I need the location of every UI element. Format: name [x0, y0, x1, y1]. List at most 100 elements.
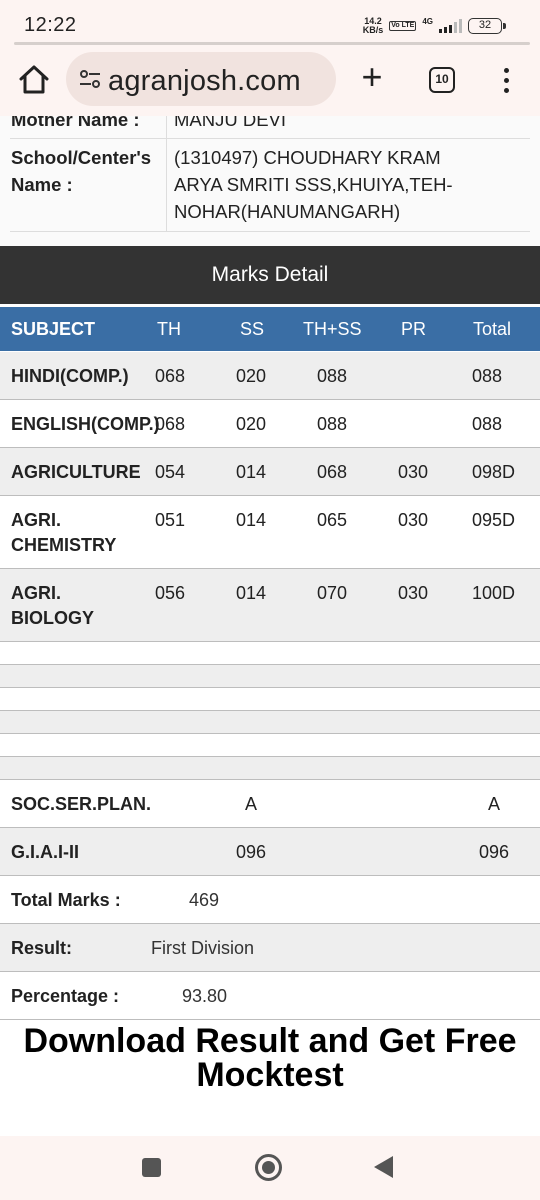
- url-text[interactable]: agranjosh.com: [108, 65, 301, 98]
- network-type: 4G: [422, 16, 433, 26]
- col-total: Total: [473, 319, 512, 339]
- new-tab-button[interactable]: +: [354, 59, 390, 98]
- subject-name: G.I.A.I-II: [11, 842, 80, 862]
- signal-icon: [439, 19, 462, 33]
- percentage-value: 93.80: [182, 986, 228, 1006]
- pr-marks: 030: [398, 583, 429, 603]
- table-row: HINDI(COMP.) 068 020 088 088: [0, 352, 540, 400]
- progress-line: [14, 42, 530, 45]
- pr-marks: 030: [398, 462, 429, 482]
- battery-icon: 32: [468, 18, 506, 34]
- info-row-mother: Mother Name : MANJU DEVI: [10, 116, 530, 139]
- table-row: AGRICULTURE 054 014 068 030 098D: [0, 448, 540, 496]
- result-value: First Division: [151, 938, 255, 958]
- subject-name: SOC.SER.PLAN.: [11, 794, 152, 814]
- network-speed: 14.2 KB/s: [363, 17, 384, 35]
- total-marks-row: Total Marks : 469: [0, 876, 540, 924]
- empty-row: [0, 757, 540, 780]
- school-label-line1: School/Center's: [11, 147, 152, 168]
- subject-name: HINDI(COMP.): [11, 366, 129, 386]
- percentage-row: Percentage : 93.80: [0, 972, 540, 1020]
- system-nav-bar: [0, 1136, 540, 1200]
- col-ss: SS: [240, 319, 265, 339]
- school-value-line1: (1310497) CHOUDHARY KRAM: [174, 147, 441, 168]
- empty-row: [0, 688, 540, 711]
- download-result-link[interactable]: Download Result and Get Free Mocktest: [0, 1024, 540, 1092]
- browser-toolbar: agranjosh.com + 10: [0, 42, 540, 116]
- empty-row: [0, 711, 540, 734]
- volte-icon: Vo LTE: [389, 21, 417, 31]
- mother-name-value: MANJU DEVI: [174, 116, 287, 130]
- info-row-school: School/Center's Name : (1310497) CHOUDHA…: [10, 139, 530, 232]
- marks-detail-header: Marks Detail: [0, 246, 540, 304]
- th-ss-marks: 065: [317, 510, 348, 530]
- subject-name: AGRICULTURE: [11, 462, 141, 482]
- school-label-line2: Name :: [11, 174, 73, 195]
- th-marks: 068: [155, 414, 186, 434]
- site-settings-icon[interactable]: [78, 67, 102, 91]
- total-marks: 098D: [472, 462, 516, 482]
- total-marks: 095D: [472, 510, 516, 530]
- th-ss-marks: 088: [317, 414, 348, 434]
- subject-name: AGRI.: [11, 583, 62, 603]
- ss-marks: 020: [236, 366, 267, 386]
- download-line1[interactable]: Download Result and Get Free: [0, 1024, 540, 1058]
- percentage-label: Percentage :: [11, 986, 120, 1006]
- total-marks: 088: [472, 414, 503, 434]
- subject-name: ENGLISH(COMP.): [11, 414, 160, 434]
- table-row: AGRI. BIOLOGY 056 014 070 030 100D: [0, 569, 540, 642]
- school-value-line3: NOHAR(HANUMANGARH): [174, 201, 401, 222]
- result-label: Result:: [11, 938, 73, 958]
- total-marks: 096: [479, 842, 510, 862]
- empty-row: [0, 734, 540, 757]
- th-marks: 056: [155, 583, 186, 603]
- total-marks: A: [488, 794, 501, 814]
- col-th: TH: [157, 319, 181, 339]
- ss-marks: 096: [236, 842, 267, 862]
- status-time: 12:22: [24, 14, 77, 36]
- mother-name-label: Mother Name :: [11, 116, 140, 130]
- result-row: Result: First Division: [0, 924, 540, 972]
- th-marks: 068: [155, 366, 186, 386]
- total-marks-label: Total Marks :: [11, 890, 121, 910]
- marks-table-header: SUBJECT TH SS TH+SS PR Total: [0, 307, 540, 351]
- overflow-menu-icon[interactable]: [496, 66, 518, 96]
- home-icon: [19, 65, 49, 94]
- subject-name-line2: BIOLOGY: [11, 608, 95, 628]
- col-subject: SUBJECT: [11, 319, 96, 339]
- table-row: SOC.SER.PLAN. A A: [0, 780, 540, 828]
- subject-name-line2: CHEMISTRY: [11, 535, 117, 555]
- col-pr: PR: [401, 319, 427, 339]
- pr-marks: 030: [398, 510, 429, 530]
- total-marks-value: 469: [189, 890, 220, 910]
- th-ss-marks: 070: [317, 583, 348, 603]
- recents-button[interactable]: [142, 1158, 161, 1177]
- download-line2[interactable]: Mocktest: [0, 1058, 540, 1092]
- ss-marks: 014: [236, 462, 267, 482]
- school-value-line2: ARYA SMRITI SSS,KHUIYA,TEH-: [174, 174, 453, 195]
- th-ss-marks: 088: [317, 366, 348, 386]
- address-bar[interactable]: agranjosh.com: [66, 52, 336, 106]
- back-button[interactable]: [374, 1156, 393, 1178]
- table-row: G.I.A.I-II 096 096: [0, 828, 540, 876]
- th-marks: 051: [155, 510, 186, 530]
- home-nav-button[interactable]: [255, 1154, 282, 1181]
- ss-marks: 014: [236, 510, 267, 530]
- empty-row: [0, 642, 540, 665]
- total-marks: 100D: [472, 583, 516, 603]
- ss-marks: 020: [236, 414, 267, 434]
- th-ss-marks: 068: [317, 462, 348, 482]
- subject-name: AGRI.: [11, 510, 62, 530]
- tab-switcher-button[interactable]: 10: [429, 67, 455, 93]
- student-info-table: Mother Name : MANJU DEVI School/Center's…: [0, 116, 540, 246]
- network-speed-unit: KB/s: [362, 25, 384, 35]
- total-marks: 088: [472, 366, 503, 386]
- status-bar: 12:22 14.2 KB/s Vo LTE 4G 32: [0, 0, 540, 46]
- table-row: AGRI. CHEMISTRY 051 014 065 030 095D: [0, 496, 540, 569]
- th-marks: 054: [155, 462, 186, 482]
- empty-row: [0, 665, 540, 688]
- status-icons: 14.2 KB/s Vo LTE 4G 32: [363, 15, 506, 37]
- page-content[interactable]: Mother Name : MANJU DEVI School/Center's…: [0, 116, 540, 1136]
- home-button[interactable]: [16, 62, 52, 98]
- table-row: ENGLISH(COMP.) 068 020 088 088: [0, 400, 540, 448]
